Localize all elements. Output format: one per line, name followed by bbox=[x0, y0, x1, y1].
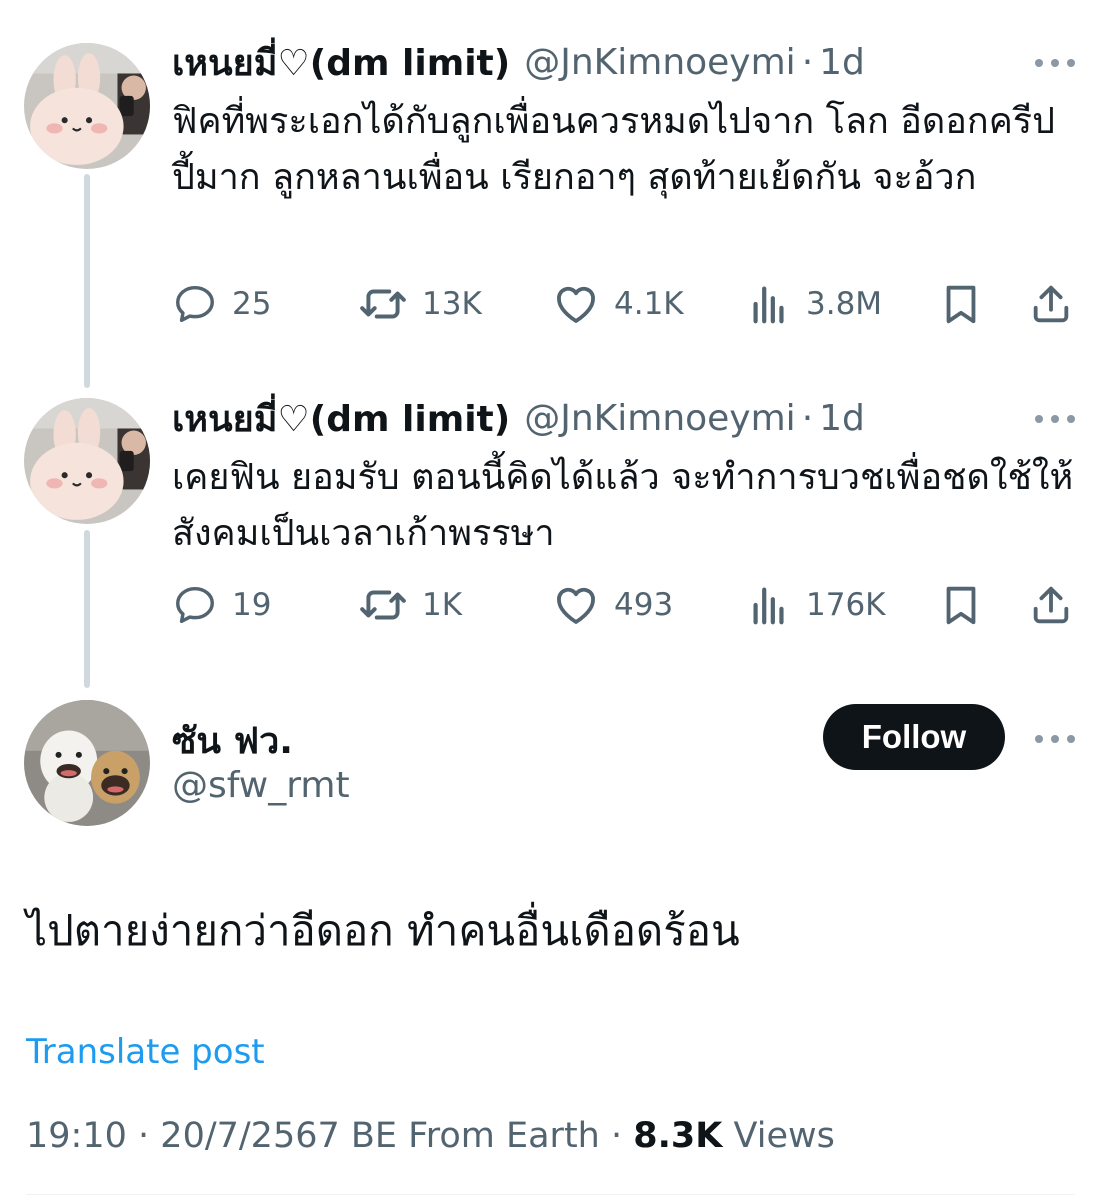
author-name[interactable]: ซัน ฟว. bbox=[172, 712, 293, 769]
follow-button[interactable]: Follow bbox=[823, 704, 1005, 770]
like-count: 4.1K bbox=[614, 286, 684, 322]
reply-icon bbox=[172, 281, 218, 327]
repost-button[interactable]: 1K bbox=[358, 577, 462, 633]
share-icon bbox=[1028, 281, 1074, 327]
author-handle[interactable]: @JnKimnoeymi bbox=[524, 42, 795, 83]
avatar[interactable] bbox=[24, 700, 150, 826]
reply-button[interactable]: 19 bbox=[172, 577, 271, 633]
reply-icon bbox=[172, 582, 218, 628]
author-handle[interactable]: @sfw_rmt bbox=[172, 765, 350, 806]
share-button[interactable] bbox=[1028, 276, 1074, 332]
tweet-text: เคยฟิน ยอมรับ ตอนนี้คิดได้แล้ว จะทำการบว… bbox=[172, 457, 1074, 554]
tweet-header: เหนยมี่♡(dm limit) @JnKimnoeymi · 1d bbox=[172, 37, 865, 87]
separator-dot: · bbox=[801, 41, 814, 83]
action-bar: 25 13K 4.1K 3.8M bbox=[172, 276, 1077, 332]
timestamp[interactable]: 1d bbox=[819, 42, 865, 83]
action-bar: 19 1K 493 176K bbox=[172, 577, 1077, 633]
tweet-text: ฟิคที่พระเอกได้กับลูกเพื่อนควรหมดไปจาก โ… bbox=[172, 101, 1055, 198]
like-button[interactable]: 4.1K bbox=[552, 276, 684, 332]
reply-button[interactable]: 25 bbox=[172, 276, 271, 332]
tweet-header: เหนยมี่♡(dm limit) @JnKimnoeymi · 1d bbox=[172, 393, 865, 443]
views-count: 8.3K bbox=[633, 1116, 723, 1156]
heart-icon bbox=[552, 581, 600, 629]
post-time[interactable]: 19:10 bbox=[26, 1116, 127, 1156]
author-name[interactable]: เหนยมี่♡(dm limit) bbox=[172, 34, 510, 91]
views-button[interactable]: 176K bbox=[746, 577, 886, 633]
bookmark-button[interactable] bbox=[938, 276, 984, 332]
separator-dot: · bbox=[801, 397, 814, 439]
repost-icon bbox=[358, 580, 408, 630]
avatar[interactable] bbox=[24, 43, 150, 169]
views-label: Views bbox=[733, 1116, 835, 1156]
separator-dot: · bbox=[138, 1116, 150, 1156]
repost-count: 13K bbox=[422, 286, 482, 322]
share-icon bbox=[1028, 582, 1074, 628]
bookmark-icon bbox=[938, 281, 984, 327]
avatar[interactable] bbox=[24, 398, 150, 524]
views-button[interactable]: 3.8M bbox=[746, 276, 882, 332]
post-source: From Earth bbox=[408, 1116, 600, 1156]
views-count: 3.8M bbox=[806, 286, 883, 322]
more-icon[interactable] bbox=[1035, 408, 1075, 428]
heart-icon bbox=[552, 280, 600, 328]
timestamp[interactable]: 1d bbox=[819, 398, 865, 439]
post-metadata: 19:10 · 20/7/2567 BE From Earth · 8.3K V… bbox=[26, 1116, 835, 1156]
thread-line bbox=[84, 174, 90, 388]
repost-icon bbox=[358, 279, 408, 329]
thread-line bbox=[84, 530, 90, 688]
views-count: 176K bbox=[806, 587, 886, 623]
translate-post-link[interactable]: Translate post bbox=[26, 1032, 265, 1072]
author-name[interactable]: เหนยมี่♡(dm limit) bbox=[172, 390, 510, 447]
reply-count: 19 bbox=[232, 587, 272, 623]
separator-dot: · bbox=[611, 1116, 623, 1156]
author-handle[interactable]: @JnKimnoeymi bbox=[524, 398, 795, 439]
like-button[interactable]: 493 bbox=[552, 577, 673, 633]
more-icon[interactable] bbox=[1035, 52, 1075, 72]
repost-count: 1K bbox=[422, 587, 463, 623]
repost-button[interactable]: 13K bbox=[358, 276, 482, 332]
post-text: ไปตายง่ายกว่าอีดอก ทำคนอื่นเดือดร้อน bbox=[26, 906, 740, 955]
bookmark-icon bbox=[938, 582, 984, 628]
like-count: 493 bbox=[614, 587, 674, 623]
divider bbox=[26, 1194, 1075, 1195]
reply-count: 25 bbox=[232, 286, 272, 322]
views-icon bbox=[746, 582, 792, 628]
share-button[interactable] bbox=[1028, 577, 1074, 633]
views-icon bbox=[746, 281, 792, 327]
post-date[interactable]: 20/7/2567 BE bbox=[160, 1116, 397, 1156]
bookmark-button[interactable] bbox=[938, 577, 984, 633]
more-icon[interactable] bbox=[1035, 728, 1075, 748]
